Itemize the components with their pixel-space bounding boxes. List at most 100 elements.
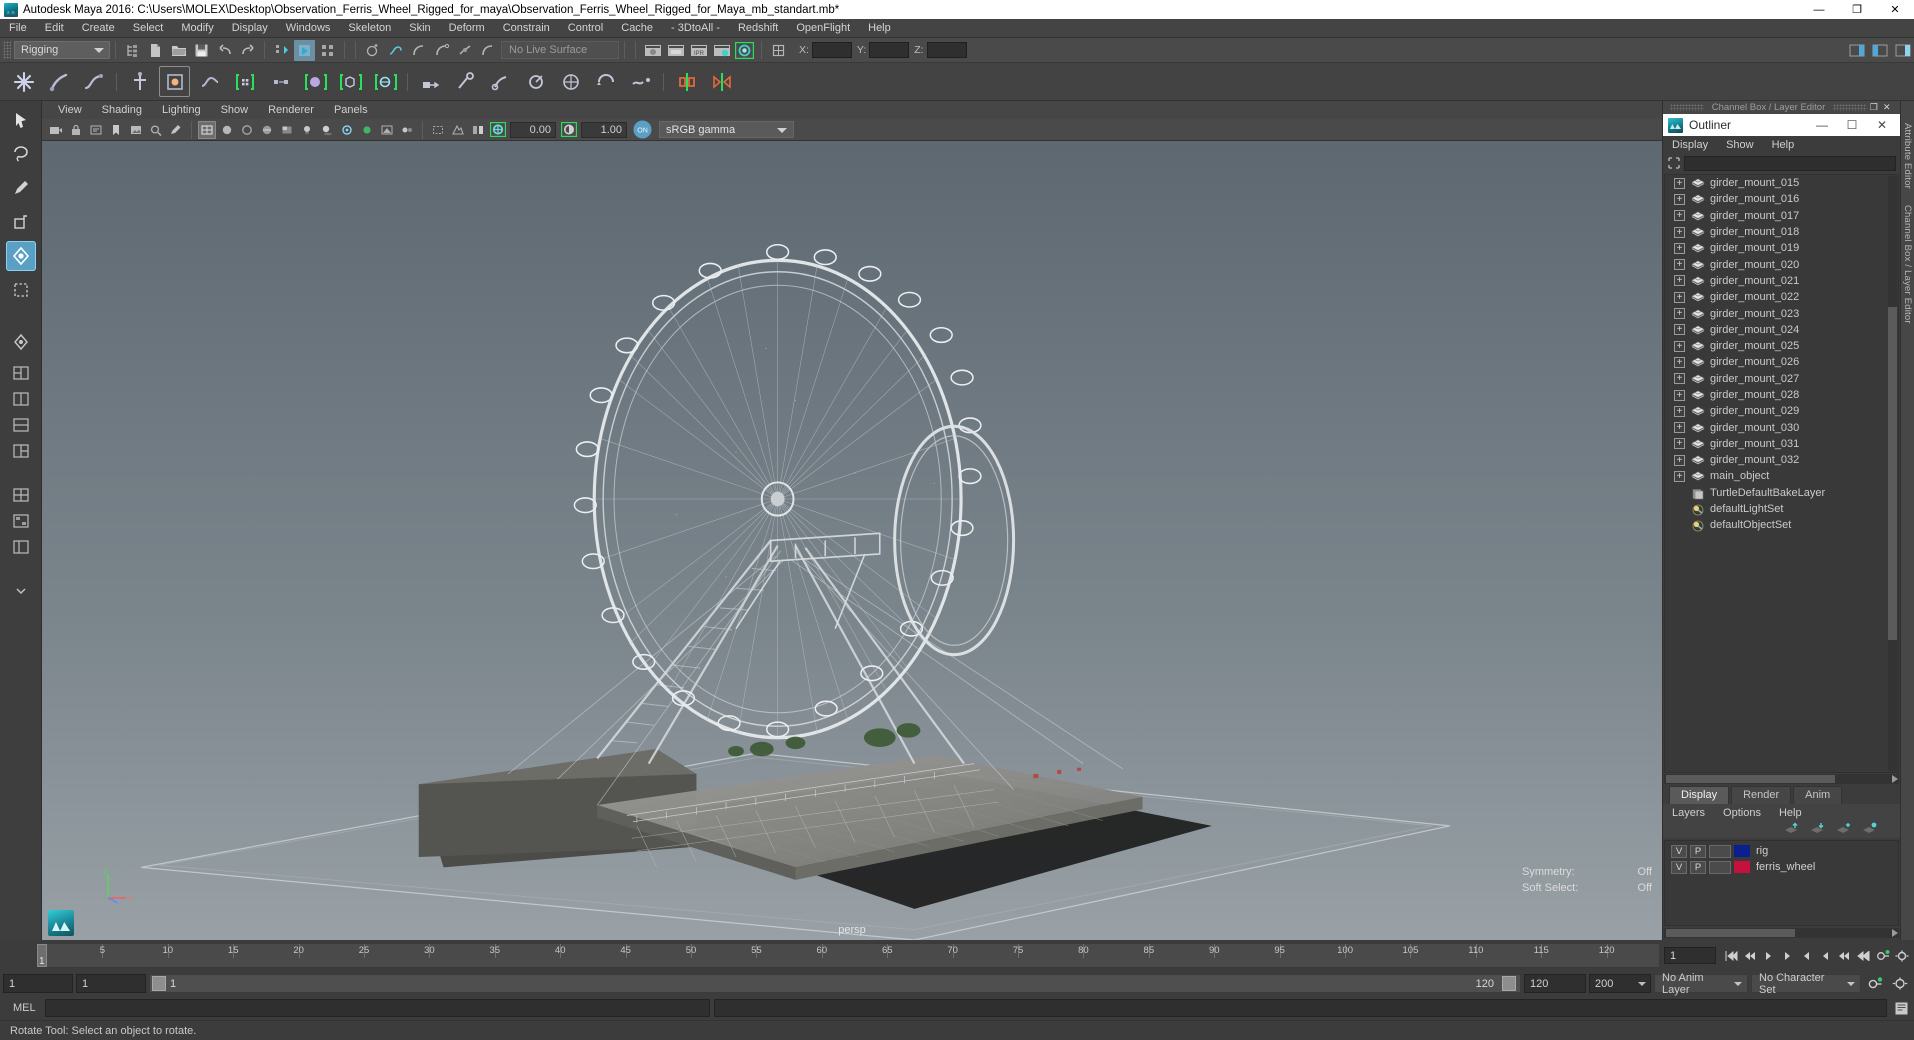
layer-visibility-toggle[interactable]: V (1671, 844, 1687, 858)
outliner-search-input[interactable] (1684, 155, 1896, 171)
expand-toggle-icon[interactable]: + (1674, 226, 1685, 238)
snap-to-view-plane-icon[interactable] (454, 40, 475, 61)
outliner-item-main_object[interactable]: + main_object (1665, 468, 1898, 484)
gamma-field[interactable]: 1.00 (581, 121, 627, 138)
menu-constrain[interactable]: Constrain (494, 19, 559, 38)
gamma-toggle-icon[interactable] (560, 121, 578, 139)
shelf-cluster-icon[interactable] (264, 66, 295, 97)
menu-set-selector[interactable]: Rigging (14, 41, 110, 59)
shelf-ik-handle-icon[interactable] (43, 66, 74, 97)
shelf-orient-constraint-icon[interactable] (485, 66, 516, 97)
range-start-field[interactable]: 1 (3, 974, 73, 993)
panel-menu-lighting[interactable]: Lighting (152, 101, 211, 119)
outliner-item-defaultobjectset[interactable]: +defaultObjectSet (1665, 517, 1898, 533)
channel-box-close-button[interactable]: ✕ (1880, 102, 1893, 113)
vtab-attribute-editor[interactable]: Attribute Editor (1902, 115, 1913, 197)
expand-toggle-icon[interactable]: + (1674, 275, 1685, 287)
exposure-field[interactable]: 0.00 (510, 121, 556, 138)
expand-toggle-icon[interactable]: + (1674, 308, 1685, 320)
go-to-end-button[interactable] (1855, 947, 1872, 964)
menu-windows[interactable]: Windows (277, 19, 340, 38)
auto-key-button[interactable] (1874, 947, 1891, 964)
outliner-item-girder_mount_022[interactable]: + girder_mount_022 (1665, 289, 1898, 305)
expand-toggle-icon[interactable]: + (1674, 373, 1685, 385)
bookmark-icon[interactable] (107, 121, 125, 139)
expand-toggle-icon[interactable]: + (1674, 470, 1685, 482)
outliner-item-girder_mount_031[interactable]: + girder_mount_031 (1665, 436, 1898, 452)
menu-openflight[interactable]: OpenFlight (787, 19, 859, 38)
next-key-button[interactable] (1817, 947, 1834, 964)
layer-menu-layers[interactable]: Layers (1663, 807, 1714, 819)
menu-deform[interactable]: Deform (440, 19, 494, 38)
outliner-minimize-button[interactable]: — (1808, 115, 1836, 135)
outliner-item-girder_mount_026[interactable]: + girder_mount_026 (1665, 354, 1898, 370)
render-settings-icon[interactable] (711, 40, 732, 61)
move-tool[interactable] (6, 207, 36, 237)
tab-render[interactable]: Render (1731, 786, 1792, 804)
shelf-soft-modifier-icon[interactable] (299, 66, 330, 97)
minimize-button[interactable]: — (1800, 0, 1838, 19)
shadows-icon[interactable] (318, 121, 336, 139)
grease-pencil-icon[interactable] (167, 121, 185, 139)
outliner-item-girder_mount_019[interactable]: + girder_mount_019 (1665, 240, 1898, 256)
expand-toggle-icon[interactable]: + (1674, 389, 1685, 401)
outliner-item-girder_mount_018[interactable]: + girder_mount_018 (1665, 224, 1898, 240)
play-forwards-button[interactable] (1798, 947, 1815, 964)
current-frame-field[interactable]: 1 (1664, 947, 1716, 964)
lasso-tool[interactable] (6, 139, 36, 169)
isolate-select-icon[interactable] (429, 121, 447, 139)
menu-cache[interactable]: Cache (612, 19, 662, 38)
create-empty-layer-icon[interactable] (1836, 821, 1852, 839)
outliner-item-girder_mount_024[interactable]: + girder_mount_024 (1665, 322, 1898, 338)
range-slider-bar[interactable]: 1 120 (149, 974, 1521, 993)
range-left-handle[interactable] (152, 976, 166, 991)
outliner-vertical-scrollbar[interactable] (1888, 176, 1897, 771)
scrollbar-thumb[interactable] (1666, 929, 1796, 937)
step-back-button[interactable] (1741, 947, 1758, 964)
shelf-smooth-bind-icon[interactable] (194, 66, 225, 97)
character-set-select[interactable]: No Character Set (1751, 972, 1861, 996)
menu-file[interactable]: File (0, 19, 36, 38)
panel-menu-show[interactable]: Show (211, 101, 259, 119)
panel-menu-view[interactable]: View (48, 101, 92, 119)
move-layer-down-icon[interactable] (1810, 821, 1826, 839)
menu-create[interactable]: Create (73, 19, 124, 38)
depth-of-field-icon[interactable] (398, 121, 416, 139)
dock-grip-2[interactable] (1833, 104, 1868, 111)
shelf-bind-skin-icon[interactable] (124, 66, 155, 97)
shelf-mirror-joint-icon[interactable] (671, 66, 702, 97)
layer-playback-toggle[interactable]: P (1690, 860, 1706, 874)
scale-tool[interactable] (6, 275, 36, 305)
script-editor-icon[interactable] (1891, 999, 1911, 1017)
outliner-item-girder_mount_027[interactable]: + girder_mount_027 (1665, 371, 1898, 387)
outliner-menu-display[interactable]: Display (1663, 139, 1717, 151)
redo-render-icon[interactable] (665, 40, 686, 61)
render-current-frame-icon[interactable] (642, 40, 663, 61)
scrollbar-thumb[interactable] (1888, 306, 1897, 641)
two-d-pan-zoom-icon[interactable] (147, 121, 165, 139)
camera-attributes-icon[interactable] (87, 121, 105, 139)
multisample-aa-icon[interactable] (378, 121, 396, 139)
select-camera-icon[interactable] (47, 121, 65, 139)
outliner-horizontal-scrollbar[interactable] (1664, 774, 1899, 784)
screen-space-ao-icon[interactable] (338, 121, 356, 139)
layer-display-type-toggle[interactable] (1709, 844, 1731, 858)
expand-toggle-icon[interactable]: + (1674, 210, 1685, 222)
outliner-item-girder_mount_032[interactable]: + girder_mount_032 (1665, 452, 1898, 468)
outliner-item-girder_mount_029[interactable]: + girder_mount_029 (1665, 403, 1898, 419)
undo-icon[interactable] (214, 40, 235, 61)
channel-box-restore-button[interactable]: ❐ (1867, 102, 1880, 113)
select-by-hierarchy-icon[interactable] (122, 40, 143, 61)
toolbar-grip[interactable] (3, 41, 11, 59)
layout-two-pane-side[interactable] (6, 387, 36, 411)
shelf-mirror-skin-weights-icon[interactable] (706, 66, 737, 97)
perspective-viewport[interactable]: Symmetry: Off Soft Select: Off persp y x… (42, 141, 1662, 940)
animation-preferences-icon[interactable] (1889, 974, 1911, 993)
expand-toggle-icon[interactable]: + (1674, 259, 1685, 271)
layout-four-pane[interactable] (6, 483, 36, 507)
layer-row-ferris_wheel[interactable]: V Pferris_wheel (1665, 859, 1898, 875)
lock-camera-icon[interactable] (67, 121, 85, 139)
expand-toggle-icon[interactable]: + (1674, 177, 1685, 189)
shelf-pole-vector-icon[interactable] (590, 66, 621, 97)
shelf-paint-skin-weights-icon[interactable] (159, 66, 190, 97)
